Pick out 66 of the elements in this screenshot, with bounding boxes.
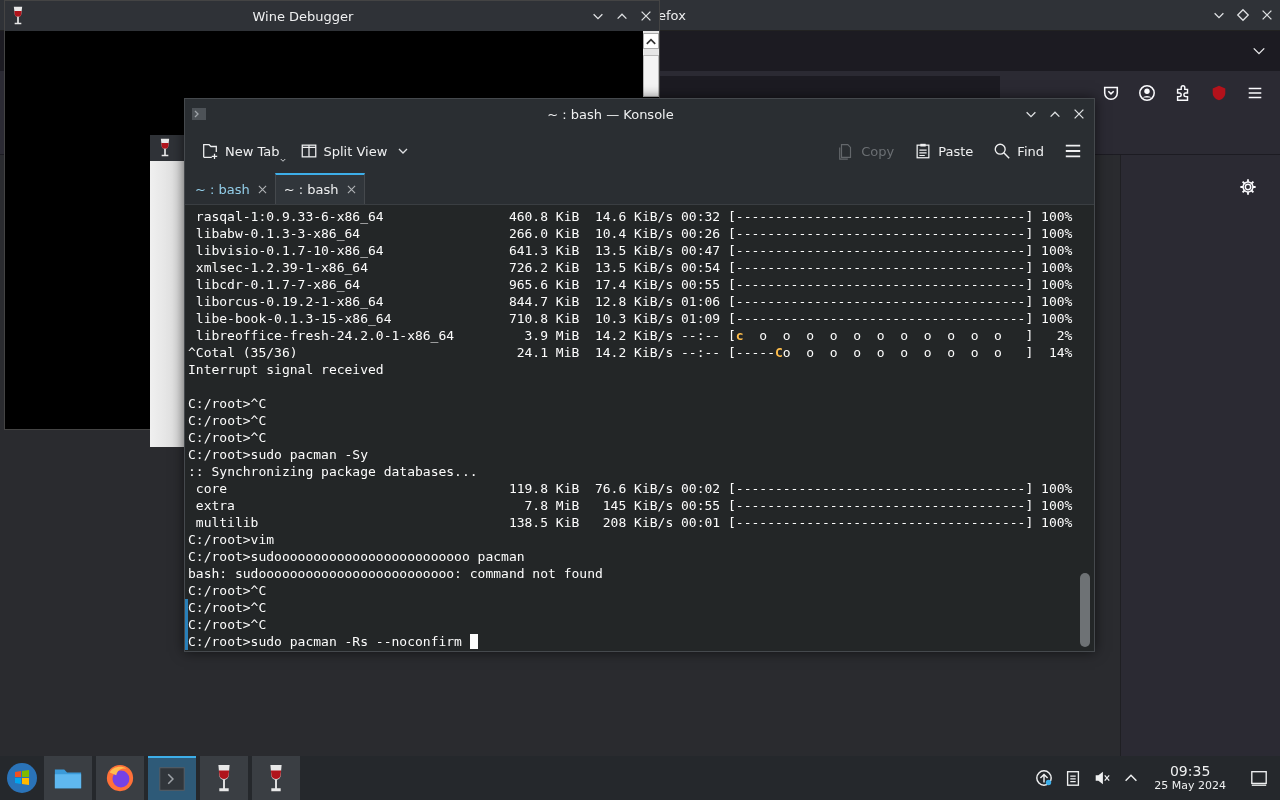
terminal-line: C:/root>sudo pacman -Sy (188, 446, 368, 463)
show-desktop-icon[interactable] (1250, 769, 1268, 787)
terminal-line: C:/root>^C (188, 429, 267, 446)
terminal-line: C:/root>^C (188, 412, 267, 429)
close-icon[interactable] (346, 185, 356, 194)
terminal-line: C:/root>sudooooooooooooooooooooooooo pacman (188, 548, 525, 565)
scrollbar[interactable] (643, 31, 659, 97)
terminal-line: ^Cotal (35/36) 24.1 MiB 14.2 KiB/s --:-- [-----Co o o o o o o o o o ] 14% (188, 344, 1073, 361)
toolbar-button[interactable]: Find (1017, 143, 1044, 159)
window-title: ~ : bash — Konsole (547, 106, 674, 122)
terminal-line: :: Synchronizing package databases... (188, 463, 478, 480)
terminal-line: libe-book-0.1.3-15-x86_64 710.8 KiB 10.3 KiB/s 01:09 [-------------------------------------] 100% (194, 310, 1073, 327)
toolbar-button[interactable]: New Tab (225, 143, 280, 159)
terminal-line: C:/root>^C (188, 616, 267, 633)
pocket-icon[interactable] (1102, 84, 1120, 102)
terminal-line: libvisio-0.1.7-10-x86_64 641.3 KiB 13.5 KiB/s 00:47 [-------------------------------------] 100% (194, 242, 1073, 259)
account-icon[interactable] (1138, 84, 1156, 102)
terminal-line: C:/root>vim (188, 531, 275, 548)
scroll-thumb[interactable] (643, 55, 659, 97)
terminal-tab[interactable]: ~ : bash (187, 173, 275, 204)
terminal-line: libabw-0.1.3-3-x86_64 266.0 KiB 10.4 KiB/s 00:26 [-------------------------------------] 100% (194, 225, 1073, 242)
clipboard-icon[interactable] (914, 142, 933, 160)
clock-time[interactable]: 09:35 (1169, 764, 1211, 780)
text-cursor (469, 634, 478, 649)
update-icon[interactable] (1035, 769, 1054, 787)
terminal-line: extra 7.8 MiB 145 KiB/s 00:55 [-------------------------------------] 100% (194, 497, 1073, 514)
terminal-line: C:/root>^C (188, 395, 267, 412)
terminal-line: C:/root>^C (188, 599, 267, 616)
search-icon[interactable] (993, 142, 1012, 160)
toolbar-button[interactable]: Paste (938, 143, 974, 159)
wine-glass-icon (11, 6, 25, 26)
taskbar-button[interactable] (252, 756, 300, 800)
terminal-line: libreoffice-fresh-24.2.0-1-x86_64 3.9 MiB 14.2 KiB/s --:-- [c o o o o o o o o o o o ] 2% (194, 327, 1073, 344)
terminal-line: bash: sudooooooooooooooooooooooooo: command not found (188, 565, 603, 582)
split-view-icon[interactable] (299, 142, 318, 160)
terminal-line: xmlsec-1.2.39-1-x86_64 726.2 KiB 13.5 KiB/s 00:54 [-------------------------------------] 100% (194, 259, 1073, 276)
new-tab-icon[interactable] (201, 142, 219, 160)
terminal-line: libcdr-0.1.7-7-x86_64 965.6 KiB 17.4 KiB/s 00:55 [-------------------------------------] 100% (194, 276, 1073, 293)
terminal-line: Interrupt signal received (188, 361, 384, 378)
terminal-icon (191, 106, 207, 122)
toolbar-button[interactable]: Split View (323, 143, 388, 159)
window-title: Wine Debugger (252, 8, 354, 24)
settings-icon[interactable] (1239, 178, 1257, 196)
clock-date[interactable]: 25 May 2024 (1154, 779, 1226, 792)
scroll-up-icon[interactable] (643, 33, 659, 49)
start-orb-icon[interactable] (6, 762, 38, 794)
terminal-tab[interactable]: ~ : bash (274, 173, 365, 204)
terminal-line: liborcus-0.19.2-1-x86_64 844.7 KiB 12.8 KiB/s 01:06 [-------------------------------------] 100% (194, 293, 1073, 310)
muted-speaker-icon[interactable] (1093, 769, 1112, 787)
restore-icon[interactable] (1236, 8, 1250, 22)
taskbar-button[interactable] (148, 756, 196, 800)
terminal-line: C:/root>^C (188, 582, 267, 599)
terminal-line: C:/root>sudo pacman -Rs --noconfirm (188, 633, 462, 650)
taskbar-button[interactable] (96, 756, 144, 800)
terminal-line: core 119.8 KiB 76.6 KiB/s 00:02 [-------------------------------------] 100% (194, 480, 1073, 497)
dropdown-icon[interactable] (279, 158, 286, 163)
taskbar-button[interactable] (44, 756, 92, 800)
close-icon[interactable] (257, 185, 267, 194)
browser-logo-icon (105, 763, 135, 793)
terminal-line: multilib 138.5 KiB 208 KiB/s 00:01 [-------------------------------------] 100% (194, 514, 1073, 531)
wine-glass-icon (158, 138, 172, 158)
taskbar-button[interactable] (200, 756, 248, 800)
scroll-thumb[interactable] (1080, 573, 1090, 647)
terminal-icon (157, 764, 187, 794)
menu-icon[interactable] (1064, 142, 1082, 160)
terminal-line: rasqal-1:0.9.33-6-x86_64 460.8 KiB 14.6 KiB/s 00:32 [-------------------------------------] 100% (194, 208, 1073, 225)
